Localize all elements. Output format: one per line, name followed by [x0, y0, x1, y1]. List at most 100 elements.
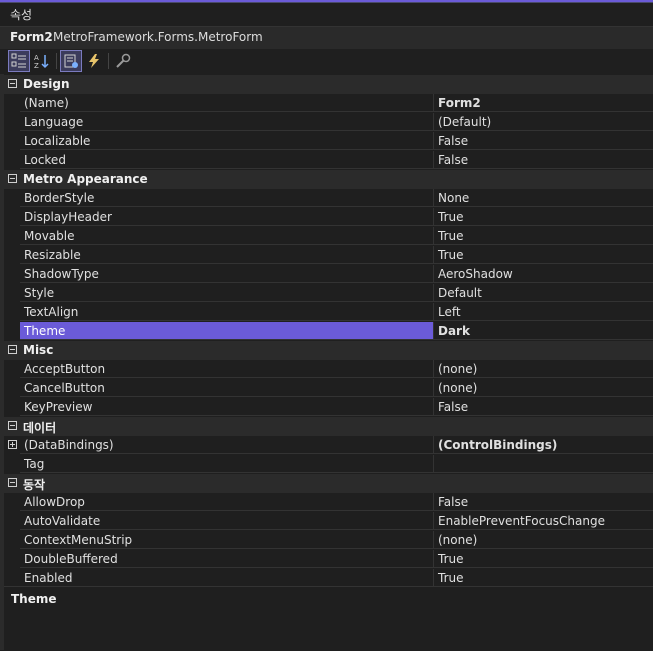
categorized-button[interactable] — [8, 50, 30, 72]
property-row-doublebuffered[interactable]: DoubleBuffered True — [4, 550, 653, 569]
property-value[interactable]: None — [433, 189, 653, 207]
property-row-cancelbutton[interactable]: CancelButton (none) — [4, 379, 653, 398]
category-label: 데이터 — [23, 421, 57, 435]
property-name: KeyPreview — [20, 398, 433, 416]
property-value[interactable]: False — [433, 151, 653, 169]
property-name: Enabled — [20, 569, 433, 587]
property-row-textalign[interactable]: TextAlign Left — [4, 303, 653, 322]
collapse-icon[interactable] — [8, 421, 17, 430]
property-name: (Name) — [20, 94, 433, 112]
events-button[interactable] — [83, 50, 105, 72]
property-value[interactable] — [433, 455, 653, 473]
property-value[interactable]: (ControlBindings) — [433, 436, 653, 454]
property-name: Tag — [20, 455, 433, 473]
category-design[interactable]: Design — [4, 75, 653, 94]
property-row-borderstyle[interactable]: BorderStyle None — [4, 189, 653, 208]
property-pages-button[interactable] — [112, 50, 134, 72]
property-row-tag[interactable]: Tag — [4, 455, 653, 474]
property-name: (DataBindings) — [20, 436, 433, 454]
svg-text:Z: Z — [34, 62, 39, 69]
toolbar-separator — [108, 53, 109, 69]
property-value[interactable]: (Default) — [433, 113, 653, 131]
property-value[interactable]: True — [433, 569, 653, 587]
property-row-name[interactable]: (Name) Form2 — [4, 94, 653, 113]
property-name: Language — [20, 113, 433, 131]
property-name: AutoValidate — [20, 512, 433, 530]
description-pane: Theme — [4, 586, 653, 651]
property-row-style[interactable]: Style Default — [4, 284, 653, 303]
property-row-allowdrop[interactable]: AllowDrop False — [4, 493, 653, 512]
property-name: DisplayHeader — [20, 208, 433, 226]
category-label: 동작 — [23, 478, 46, 492]
property-row-resizable[interactable]: Resizable True — [4, 246, 653, 265]
property-value[interactable]: (none) — [433, 531, 653, 549]
collapse-icon[interactable] — [8, 345, 17, 354]
property-row-language[interactable]: Language (Default) — [4, 113, 653, 132]
property-row-databindings[interactable]: (DataBindings) (ControlBindings) — [4, 436, 653, 455]
collapse-icon[interactable] — [8, 174, 17, 183]
property-value[interactable]: True — [433, 550, 653, 568]
description-title: Theme — [11, 592, 57, 606]
property-value[interactable]: False — [433, 398, 653, 416]
svg-text:A: A — [34, 54, 39, 62]
property-row-acceptbutton[interactable]: AcceptButton (none) — [4, 360, 653, 379]
property-value[interactable]: (none) — [433, 379, 653, 397]
property-name: ShadowType — [20, 265, 433, 283]
property-name: BorderStyle — [20, 189, 433, 207]
property-value[interactable]: Dark — [433, 322, 653, 340]
property-value[interactable]: Default — [433, 284, 653, 302]
object-name: Form2 — [10, 30, 53, 44]
category-data[interactable]: 데이터 — [4, 417, 653, 436]
property-value[interactable]: True — [433, 246, 653, 264]
category-misc[interactable]: Misc — [4, 341, 653, 360]
property-row-movable[interactable]: Movable True — [4, 227, 653, 246]
expand-icon[interactable] — [8, 440, 17, 449]
property-row-autovalidate[interactable]: AutoValidate EnablePreventFocusChange — [4, 512, 653, 531]
property-row-contextmenustrip[interactable]: ContextMenuStrip (none) — [4, 531, 653, 550]
property-row-locked[interactable]: Locked False — [4, 151, 653, 170]
property-name: ContextMenuStrip — [20, 531, 433, 549]
alphabetical-button[interactable]: A Z — [31, 50, 53, 72]
collapse-icon[interactable] — [8, 478, 17, 487]
property-name: AcceptButton — [20, 360, 433, 378]
property-row-displayheader[interactable]: DisplayHeader True — [4, 208, 653, 227]
property-name: TextAlign — [20, 303, 433, 321]
property-row-keypreview[interactable]: KeyPreview False — [4, 398, 653, 417]
property-value[interactable]: Left — [433, 303, 653, 321]
property-value[interactable]: False — [433, 493, 653, 511]
property-name: CancelButton — [20, 379, 433, 397]
title-bar: 속성 — [0, 3, 653, 26]
collapse-icon[interactable] — [8, 79, 17, 88]
properties-button[interactable] — [60, 50, 82, 72]
alphabetical-icon: A Z — [34, 54, 49, 69]
events-icon — [89, 54, 99, 68]
object-selector[interactable]: Form2 MetroFramework.Forms.MetroForm — [0, 26, 653, 50]
property-value[interactable]: True — [433, 208, 653, 226]
property-name: Locked — [20, 151, 433, 169]
property-pages-icon — [116, 53, 131, 68]
category-label: Misc — [23, 343, 54, 357]
property-row-localizable[interactable]: Localizable False — [4, 132, 653, 151]
category-behavior[interactable]: 동작 — [4, 474, 653, 493]
object-type: MetroFramework.Forms.MetroForm — [53, 30, 263, 44]
property-value[interactable]: Form2 — [433, 94, 653, 112]
property-name: DoubleBuffered — [20, 550, 433, 568]
window-title: 속성 — [10, 8, 33, 22]
property-value[interactable]: True — [433, 227, 653, 245]
property-value[interactable]: (none) — [433, 360, 653, 378]
property-name: AllowDrop — [20, 493, 433, 511]
property-row-shadowtype[interactable]: ShadowType AeroShadow — [4, 265, 653, 284]
property-value[interactable]: False — [433, 132, 653, 150]
property-value[interactable]: EnablePreventFocusChange — [433, 512, 653, 530]
toolbar-separator — [56, 53, 57, 69]
property-grid: Design (Name) Form2 Language (Default) L… — [4, 75, 653, 588]
category-metro-appearance[interactable]: Metro Appearance — [4, 170, 653, 189]
properties-icon — [64, 54, 78, 68]
properties-toolbar: A Z — [0, 49, 653, 74]
category-label: Design — [23, 77, 70, 91]
categorized-icon — [11, 53, 26, 68]
property-value[interactable]: AeroShadow — [433, 265, 653, 283]
property-name: Localizable — [20, 132, 433, 150]
property-row-theme[interactable]: Theme Dark — [4, 322, 653, 341]
accent-line — [0, 0, 653, 2]
